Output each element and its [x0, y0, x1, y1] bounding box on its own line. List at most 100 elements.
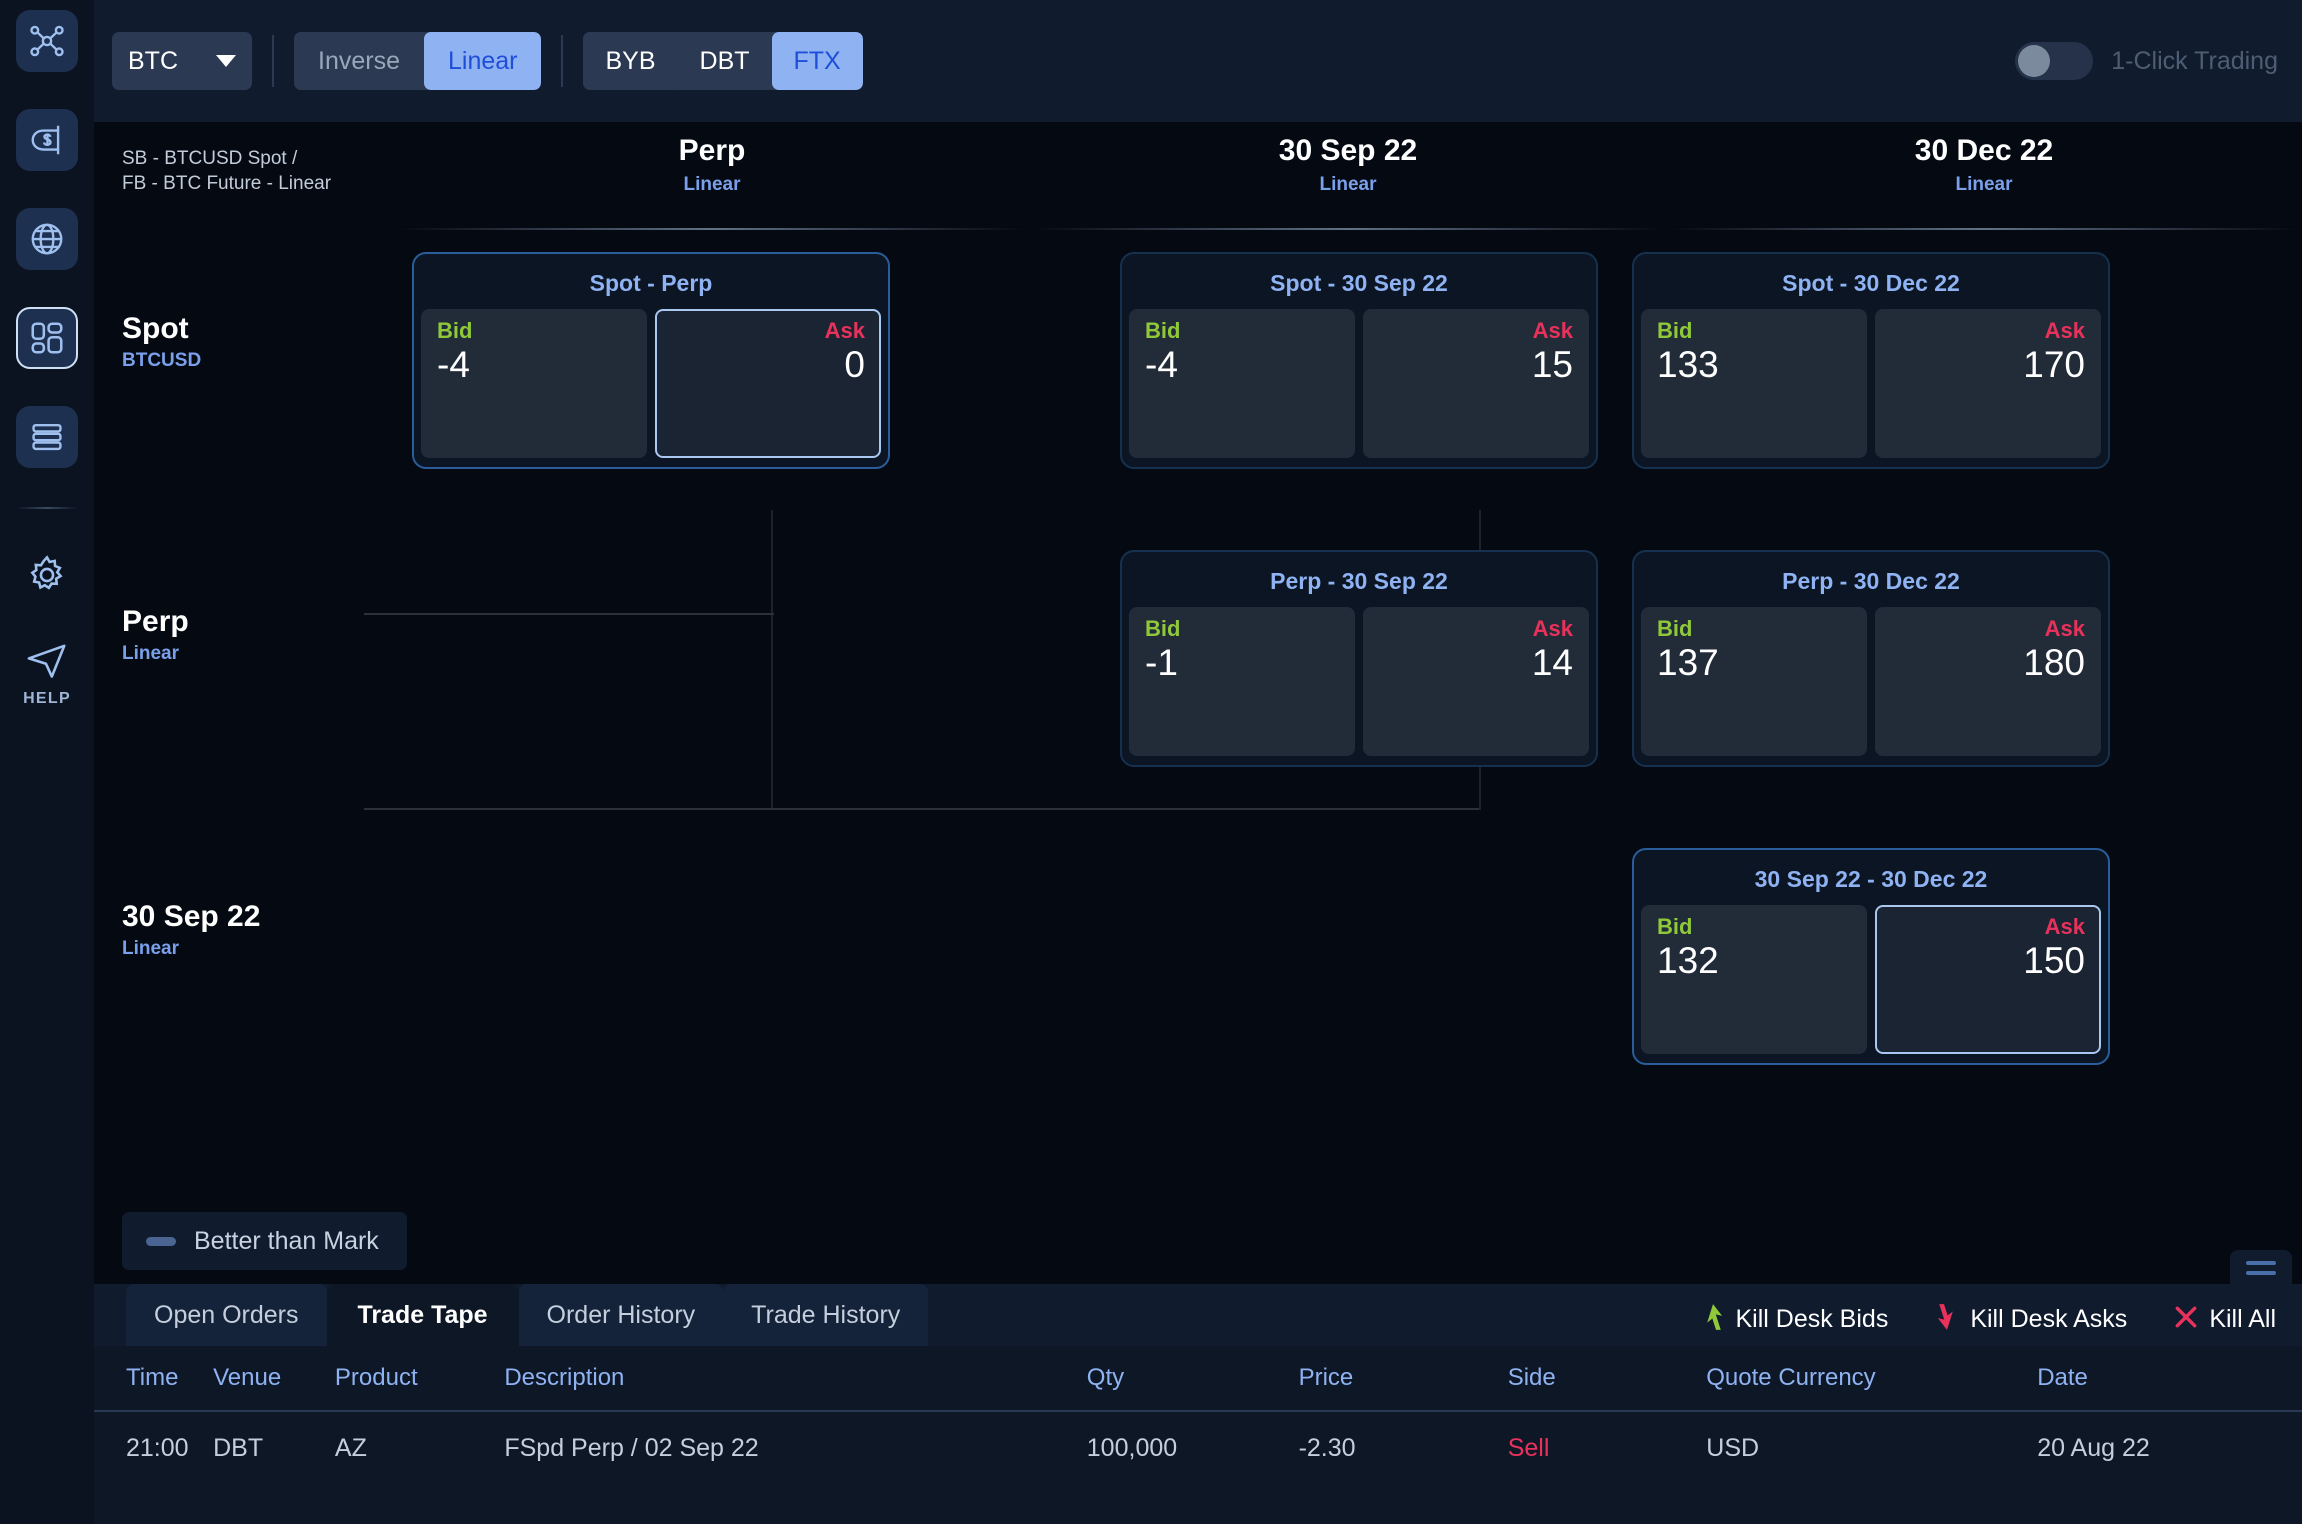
bid-cell[interactable]: Bid -1: [1129, 607, 1355, 756]
row-label-sep22: 30 Sep 22 Linear: [122, 900, 260, 960]
handle-line: [2246, 1271, 2276, 1275]
row-label-perp: Perp Linear: [122, 605, 189, 665]
venue-byb[interactable]: BYB: [583, 32, 678, 90]
ask-value: 180: [2023, 642, 2085, 684]
panel-resize-handle[interactable]: [2230, 1250, 2292, 1286]
spread-card-title: Perp - 30 Sep 22: [1270, 568, 1448, 594]
col-header-price[interactable]: Price: [1298, 1346, 1508, 1412]
spread-card-title: Spot - 30 Dec 22: [1782, 270, 1960, 296]
one-click-trading-label: 1-Click Trading: [2111, 46, 2278, 75]
kill-all-label: Kill All: [2209, 1305, 2276, 1333]
trade-tape-table-wrap: Time Venue Product Description Qty Price…: [94, 1346, 2302, 1524]
bid-cell[interactable]: Bid -4: [1129, 309, 1355, 458]
ask-cell[interactable]: Ask 15: [1363, 309, 1589, 458]
row-subtitle: Linear: [122, 938, 180, 959]
bid-label: Bid: [1145, 616, 1181, 641]
legend-dash-icon: [146, 1236, 176, 1246]
row-label-spot: Spot BTCUSD: [122, 312, 201, 372]
matrix-body: Spot BTCUSD Perp Linear 30 Sep 22 Linear: [94, 230, 2302, 1284]
nav-help-button[interactable]: HELP: [16, 642, 78, 708]
col-subtitle: Linear: [683, 174, 741, 195]
corner-line-2: FB - BTC Future - Linear: [122, 173, 332, 195]
bid-cell[interactable]: Bid -4: [421, 309, 647, 458]
col-header-quote-currency[interactable]: Quote Currency: [1706, 1346, 2038, 1412]
nav-pricing-button[interactable]: [16, 109, 78, 171]
nav-dashboard-button[interactable]: [16, 307, 78, 369]
spread-card-spot-sep22[interactable]: Spot - 30 Sep 22 Bid -4 Ask 15: [1120, 252, 1598, 469]
col-header-product[interactable]: Product: [334, 1346, 505, 1412]
dollar-flag-icon: [28, 121, 66, 159]
tab-trade-history[interactable]: Trade History: [723, 1284, 929, 1346]
bid-cell[interactable]: Bid 137: [1641, 607, 1867, 756]
spread-card-spot-dec22[interactable]: Spot - 30 Dec 22 Bid 133 Ask 170: [1632, 252, 2110, 469]
bid-value: -1: [1145, 642, 1178, 684]
cell-time: 21:00: [126, 1434, 189, 1462]
kill-desk-bids-button[interactable]: Kill Desk Bids: [1700, 1303, 1889, 1336]
col-header-side[interactable]: Side: [1507, 1346, 1707, 1412]
toolbar-divider-1: [272, 35, 274, 87]
table-head: Time Venue Product Description Qty Price…: [94, 1346, 2302, 1412]
spread-card-spot-perp[interactable]: Spot - Perp Bid -4 Ask 0: [412, 252, 890, 469]
app-root: HELP BTC Inverse Linear BYB DBT FTX 1-Cl…: [0, 0, 2302, 1524]
ask-cell[interactable]: Ask 180: [1875, 607, 2101, 756]
asset-selector[interactable]: BTC: [112, 32, 252, 90]
row-title: Spot: [122, 312, 189, 345]
bid-value: 132: [1657, 940, 1719, 982]
nav-blotter-button[interactable]: [16, 406, 78, 468]
kill-desk-bids-label: Kill Desk Bids: [1735, 1305, 1889, 1333]
ask-cell[interactable]: Ask 150: [1875, 905, 2101, 1054]
ask-label: Ask: [1532, 616, 1573, 641]
better-than-mark-legend[interactable]: Better than Mark: [122, 1212, 407, 1270]
ask-cell[interactable]: Ask 170: [1875, 309, 2101, 458]
tab-trade-tape[interactable]: Trade Tape: [326, 1284, 519, 1346]
ask-label: Ask: [2044, 318, 2085, 343]
grid-vline-1: [771, 510, 773, 810]
bottom-tabs: Open Orders Trade Tape Order History Tra…: [94, 1284, 2302, 1346]
col-header-time[interactable]: Time: [94, 1346, 214, 1412]
nav-network-button[interactable]: [16, 10, 78, 72]
tab-order-history[interactable]: Order History: [518, 1284, 724, 1346]
ask-value: 0: [844, 344, 865, 386]
cell-price: -2.30: [1298, 1434, 1356, 1462]
asset-selector-value: BTC: [128, 46, 178, 75]
venue-dbt[interactable]: DBT: [677, 32, 772, 90]
bid-cell[interactable]: Bid 133: [1641, 309, 1867, 458]
spread-card-title: Spot - 30 Sep 22: [1270, 270, 1448, 296]
spread-card-perp-sep22[interactable]: Perp - 30 Sep 22 Bid -1 Ask 14: [1120, 550, 1598, 767]
row-title: 30 Sep 22: [122, 900, 261, 933]
col-header-description[interactable]: Description: [504, 1346, 1087, 1412]
nav-global-button[interactable]: [16, 208, 78, 270]
spread-matrix: SB - BTCUSD Spot / FB - BTC Future - Lin…: [94, 122, 2302, 1284]
ask-cell[interactable]: Ask 0: [655, 309, 881, 458]
tab-open-orders[interactable]: Open Orders: [126, 1284, 327, 1346]
ask-value: 170: [2023, 344, 2085, 386]
spread-card-quotes: Bid -4 Ask 15: [1129, 309, 1589, 458]
contract-type-inverse[interactable]: Inverse: [294, 32, 424, 90]
spread-card-perp-dec22[interactable]: Perp - 30 Dec 22 Bid 137 Ask 180: [1632, 550, 2110, 767]
col-header-qty[interactable]: Qty: [1086, 1346, 1299, 1412]
trade-tape-table: Time Venue Product Description Qty Price…: [94, 1346, 2302, 1485]
row-title: Perp: [122, 605, 189, 638]
table-row[interactable]: 21:00 DBT AZ FSpd Perp / 02 Sep 22 100,0…: [94, 1411, 2302, 1485]
bid-value: 137: [1657, 642, 1719, 684]
ask-label: Ask: [1532, 318, 1573, 343]
grid-hline-perp: [364, 613, 774, 615]
spread-card-sep22-dec22[interactable]: 30 Sep 22 - 30 Dec 22 Bid 132 Ask 150: [1632, 848, 2110, 1065]
contract-type-linear[interactable]: Linear: [423, 32, 542, 90]
venue-ftx[interactable]: FTX: [771, 32, 863, 90]
spread-card-quotes: Bid 132 Ask 150: [1641, 905, 2101, 1054]
toggle-track[interactable]: [2015, 42, 2094, 80]
bid-label: Bid: [1145, 318, 1181, 343]
nav-settings-button[interactable]: [16, 553, 78, 602]
ask-label: Ask: [2044, 616, 2085, 641]
kill-desk-asks-button[interactable]: Kill Desk Asks: [1934, 1303, 2127, 1336]
matrix-header-row: SB - BTCUSD Spot / FB - BTC Future - Lin…: [94, 122, 2302, 230]
grid-hline-sep: [364, 808, 1479, 810]
bid-cell[interactable]: Bid 132: [1641, 905, 1867, 1054]
kill-all-button[interactable]: Kill All: [2173, 1304, 2276, 1335]
table-header-row: Time Venue Product Description Qty Price…: [94, 1346, 2302, 1412]
one-click-trading-toggle[interactable]: 1-Click Trading: [2015, 42, 2278, 80]
col-header-date[interactable]: Date: [2037, 1346, 2302, 1412]
ask-cell[interactable]: Ask 14: [1363, 607, 1589, 756]
col-header-venue[interactable]: Venue: [213, 1346, 335, 1412]
